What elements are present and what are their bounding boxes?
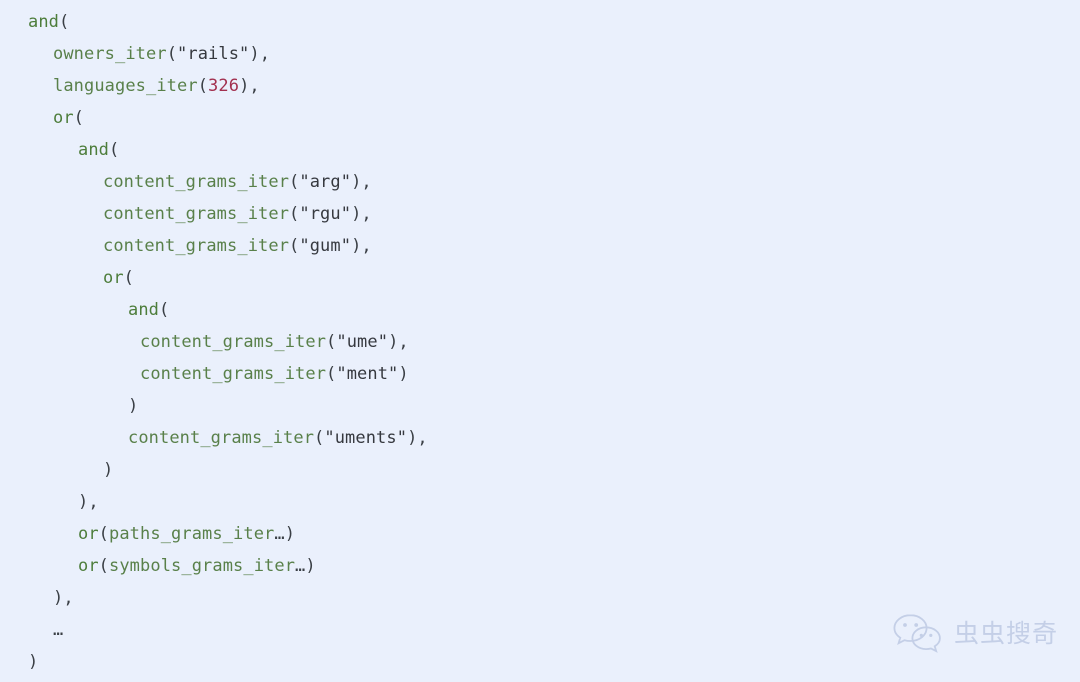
code-token-fn: content_grams_iter — [103, 204, 290, 224]
code-line: ), — [0, 486, 1080, 518]
code-token-ellipsis: … — [295, 556, 306, 576]
code-token-punct: ( — [73, 108, 85, 128]
code-token-punct: ( — [109, 140, 120, 160]
code-token-punct: ) — [28, 652, 39, 672]
code-token-punct: ) — [398, 364, 409, 384]
code-token-keyword: or — [78, 524, 99, 544]
code-token-punct: ( — [326, 332, 337, 352]
code-token-punct: ( — [59, 12, 70, 32]
code-line: owners_iter("rails"), — [0, 38, 1080, 70]
code-line: or(paths_grams_iter…) — [0, 518, 1080, 550]
code-token-ellipsis: … — [274, 524, 285, 544]
code-line: and( — [0, 294, 1080, 326]
code-token-punct: ( — [197, 76, 209, 96]
code-token-fn: content_grams_iter — [140, 332, 327, 352]
code-line: ) — [0, 454, 1080, 486]
code-token-str: "gum" — [299, 236, 352, 256]
code-token-keyword: and — [78, 140, 110, 160]
code-token-num: 326 — [208, 76, 240, 96]
code-token-fn: content_grams_iter — [128, 428, 315, 448]
code-line: and( — [0, 134, 1080, 166]
code-token-punct: ( — [289, 172, 300, 192]
code-token-str: "uments" — [324, 428, 408, 448]
code-token-str: "ume" — [336, 332, 389, 352]
code-token-punct: ), — [239, 76, 260, 96]
code-block: and(owners_iter("rails"), languages_iter(… — [0, 0, 1080, 682]
code-token-punct: ) — [284, 524, 296, 544]
code-token-fn: content_grams_iter — [103, 236, 290, 256]
code-token-keyword: or — [53, 108, 74, 128]
code-token-punct: ) — [128, 396, 139, 416]
code-line: or( — [0, 102, 1080, 134]
code-token-str: "rails" — [177, 44, 250, 64]
code-line: content_grams_iter("ment") — [0, 358, 1080, 390]
code-token-punct: ), — [351, 204, 372, 224]
watermark: 虫虫搜奇 — [892, 612, 1058, 654]
code-token-str: "arg" — [299, 172, 352, 192]
code-line: or(symbols_grams_iter…) — [0, 550, 1080, 582]
code-token-fn: symbols_grams_iter — [109, 556, 296, 576]
code-token-str: "ment" — [336, 364, 399, 384]
code-token-fn: owners_iter — [53, 44, 167, 64]
code-token-punct: ( — [289, 204, 300, 224]
code-token-punct: ( — [166, 44, 178, 64]
code-token-punct: ( — [326, 364, 337, 384]
code-line: and( — [0, 6, 1080, 38]
code-token-fn: paths_grams_iter — [109, 524, 275, 544]
code-token-str: "rgu" — [299, 204, 352, 224]
code-token-fn: content_grams_iter — [103, 172, 290, 192]
code-token-fn: content_grams_iter — [140, 364, 327, 384]
code-token-punct: ( — [98, 524, 110, 544]
code-token-keyword: or — [78, 556, 99, 576]
code-token-punct: ), — [78, 492, 99, 512]
code-token-punct: ), — [351, 236, 372, 256]
code-line: content_grams_iter("rgu"), — [0, 198, 1080, 230]
code-line: content_grams_iter("uments"), — [0, 422, 1080, 454]
code-token-punct: ), — [388, 332, 409, 352]
code-line: content_grams_iter("ume"), — [0, 326, 1080, 358]
code-token-ellipsis: … — [53, 620, 64, 640]
code-token-punct: ), — [249, 44, 271, 64]
code-line: content_grams_iter("gum"), — [0, 230, 1080, 262]
code-token-punct: ( — [159, 300, 170, 320]
code-line: ) — [0, 390, 1080, 422]
wechat-logo-icon — [893, 614, 941, 653]
watermark-text: 虫虫搜奇 — [953, 618, 1058, 648]
code-token-fn: languages_iter — [53, 76, 198, 96]
code-line: content_grams_iter("arg"), — [0, 166, 1080, 198]
code-line: languages_iter(326), — [0, 70, 1080, 102]
code-token-punct: ) — [305, 556, 316, 576]
code-token-punct: ( — [98, 556, 110, 576]
code-token-punct: ( — [314, 428, 325, 448]
code-token-punct: ), — [407, 428, 428, 448]
code-token-punct: ) — [103, 460, 114, 480]
code-token-punct: ( — [123, 268, 135, 288]
code-token-keyword: and — [128, 300, 160, 320]
code-token-punct: ), — [53, 588, 74, 608]
code-token-punct: ( — [289, 236, 300, 256]
code-token-keyword: or — [103, 268, 124, 288]
code-token-keyword: and — [28, 12, 60, 32]
code-token-punct: ), — [351, 172, 372, 192]
code-line: or( — [0, 262, 1080, 294]
code-line: ), — [0, 582, 1080, 614]
